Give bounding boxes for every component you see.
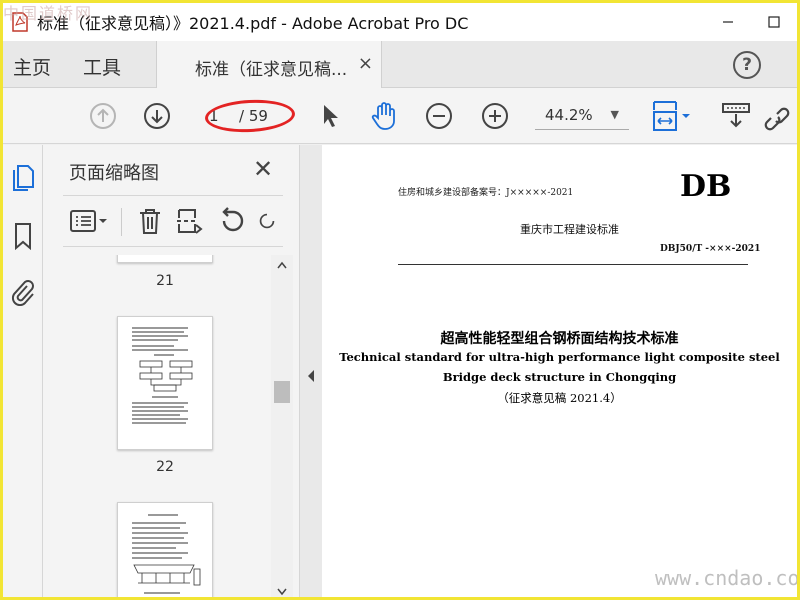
close-icon[interactable]: ×: [358, 53, 373, 74]
zoom-out-icon: [426, 103, 452, 129]
options-menu-icon: [70, 210, 107, 232]
next-page-button[interactable]: [141, 100, 173, 132]
zoom-value: 44.2%: [545, 106, 593, 124]
document-title-en-line1: Technical standard for ultra-high perfor…: [339, 350, 780, 364]
header-rule: [398, 264, 748, 265]
attachments-button[interactable]: [9, 277, 37, 307]
document-subtitle: 重庆市工程建设标准: [520, 223, 619, 236]
thumbnail-number: 22: [156, 459, 174, 475]
thumbnail-toolbar: [63, 195, 283, 247]
select-tool-button[interactable]: [315, 100, 347, 132]
thumbnail-scrollbar[interactable]: [271, 255, 293, 600]
page-thumbnails-icon: [13, 165, 34, 191]
hand-tool-button[interactable]: [369, 100, 401, 132]
scroll-mode-icon: [722, 103, 750, 128]
title-bar: 标准（征求意见稿）》2021.4.pdf - Adobe Acrobat Pro…: [3, 3, 797, 41]
window-title: 标准（征求意见稿）》2021.4.pdf - Adobe Acrobat Pro…: [37, 14, 469, 33]
extract-page-button[interactable]: [175, 206, 205, 236]
menu-home[interactable]: 主页: [13, 53, 51, 80]
document-view[interactable]: 住房和城乡建设部备案号：J×××××-2021 DB 重庆市工程建设标准 DBJ…: [322, 145, 797, 600]
document-title-cn: 超高性能轻型组合钢桥面结构技术标准: [440, 331, 679, 347]
delete-page-button[interactable]: [135, 206, 165, 236]
maximize-icon: [768, 16, 780, 28]
standard-mark: DB: [680, 169, 732, 204]
thumbnail-list: 21 22: [43, 255, 271, 600]
thumbnail-page[interactable]: [117, 502, 213, 600]
chevron-down-icon: ▼: [610, 108, 619, 121]
main-toolbar: 1 / 59 44.2% ▼: [3, 88, 797, 144]
rotate-right-icon: [259, 213, 275, 229]
thumbnail-number: 21: [156, 273, 174, 289]
scroll-mode-button[interactable]: [719, 100, 753, 132]
panel-title: 页面缩略图: [69, 163, 159, 184]
minimize-icon: [723, 21, 733, 23]
toolbar-divider: [121, 208, 122, 236]
maximize-button[interactable]: [751, 3, 797, 41]
paperclip-icon: [11, 280, 34, 306]
standard-code: DBJ50/T -×××-2021: [660, 244, 761, 254]
thumbnail-page[interactable]: [117, 255, 213, 263]
menu-tab-bar: 主页 工具 标准（征求意见稿... × ?: [3, 41, 797, 88]
scrollbar-thumb[interactable]: [274, 381, 290, 403]
minimize-button[interactable]: [705, 3, 751, 41]
window-controls: [705, 3, 797, 41]
watermark-top: 中国道桥网: [3, 4, 94, 23]
zoom-select[interactable]: 44.2% ▼: [535, 102, 629, 130]
scroll-up-icon: [277, 261, 287, 269]
navigation-rail: [3, 145, 43, 600]
watermark-bottom: www.cndao.com: [655, 566, 800, 590]
thumbnail-page[interactable]: [117, 316, 213, 450]
share-link-button[interactable]: [761, 100, 793, 132]
zoom-in-button[interactable]: [479, 100, 511, 132]
fit-page-icon: [653, 101, 690, 131]
document-title-en-line2: Bridge deck structure in Chongqing: [442, 370, 677, 384]
hand-icon: [371, 102, 395, 130]
doc-tab-label: 标准（征求意见稿...: [195, 60, 348, 80]
bookmark-icon: [15, 223, 31, 250]
next-page-icon: [144, 103, 170, 129]
scroll-down-icon: [277, 588, 287, 596]
prev-page-button[interactable]: [87, 100, 119, 132]
filing-number: 住房和城乡建设部备案号：J×××××-2021: [398, 188, 574, 198]
panel-collapse-strip[interactable]: [300, 145, 322, 600]
draft-note: （征求意见稿 2021.4）: [497, 391, 622, 405]
menu-tools[interactable]: 工具: [83, 53, 121, 80]
thumbnail-options-button[interactable]: [69, 206, 111, 236]
help-button[interactable]: ?: [733, 51, 761, 79]
zoom-out-button[interactable]: [423, 100, 455, 132]
select-cursor-icon: [324, 105, 338, 127]
prev-page-icon: [90, 103, 116, 129]
collapse-left-icon: [308, 370, 314, 382]
thumbnail-panel: 页面缩略图 ✕ 21 22: [43, 145, 300, 600]
rotate-left-icon: [222, 207, 244, 232]
page-cut-icon: [177, 209, 203, 234]
share-link-icon: [764, 107, 790, 131]
page-preview-icon: [132, 327, 193, 424]
rotate-left-button[interactable]: [217, 206, 247, 236]
close-icon[interactable]: ✕: [253, 155, 273, 183]
page-preview-icon: [132, 514, 201, 594]
trash-icon: [140, 209, 160, 234]
zoom-in-icon: [482, 103, 508, 129]
page-thumbnails-button[interactable]: [9, 163, 37, 193]
tab-document[interactable]: 标准（征求意见稿... ×: [156, 41, 382, 88]
bookmarks-button[interactable]: [9, 221, 37, 251]
rotate-right-button[interactable]: [257, 206, 277, 236]
fit-page-button[interactable]: [649, 100, 695, 132]
